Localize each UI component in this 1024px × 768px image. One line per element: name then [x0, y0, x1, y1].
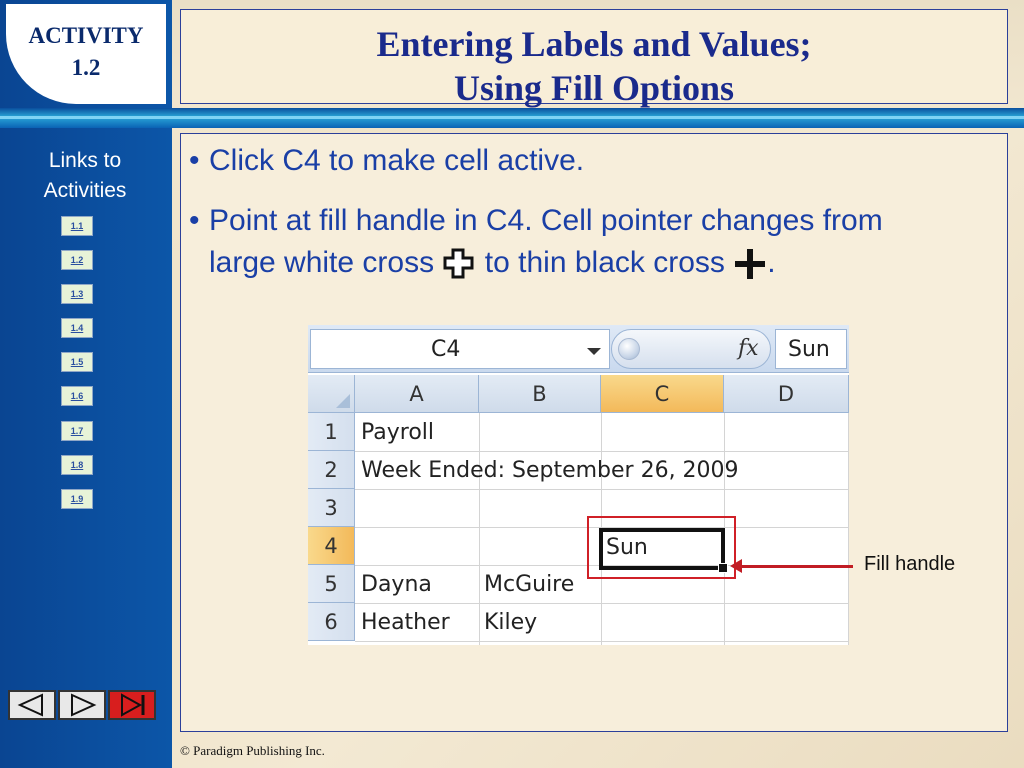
row-header-6[interactable]: 6 [308, 603, 355, 641]
activity-link-1-6[interactable]: 1.6 [61, 386, 93, 406]
activity-link-1-5[interactable]: 1.5 [61, 352, 93, 372]
next-slide-button[interactable] [58, 690, 106, 720]
activity-label: ACTIVITY [28, 23, 144, 48]
activity-link-1-4[interactable]: 1.4 [61, 318, 93, 338]
select-all-corner[interactable] [308, 375, 355, 413]
cell-a1[interactable]: Payroll [361, 414, 434, 452]
bullet-1-text: Click C4 to make cell active. [209, 144, 585, 177]
cell-a6[interactable]: Heather [361, 604, 450, 642]
cell-b5[interactable]: McGuire [484, 566, 574, 604]
last-slide-icon [121, 693, 145, 717]
fill-handle-label: Fill handle [864, 553, 956, 575]
formula-bar: C4 fx Sun [308, 325, 849, 373]
insert-function-button[interactable]: fx [738, 336, 759, 361]
black-cross-icon [735, 249, 766, 280]
slide-title: Entering Labels and Values; Using Fill O… [180, 9, 1008, 108]
title-line-2: Using Fill Options [453, 68, 735, 108]
activity-link-1-3[interactable]: 1.3 [61, 284, 93, 304]
row-header-1[interactable]: 1 [308, 413, 355, 451]
header-band-highlight [0, 116, 1024, 119]
formula-input[interactable]: Sun [775, 329, 847, 369]
prev-slide-icon [17, 693, 43, 717]
bullet-2-text-a: Point at fill handle in C4. Cell pointer… [209, 204, 883, 237]
callout-arrow-line [739, 565, 853, 568]
bullet-2-continued: large white cross to thin black cross . [209, 242, 776, 284]
column-header-d[interactable]: D [724, 375, 849, 413]
bullet-2-text-b: large white cross [209, 246, 435, 279]
column-header-a[interactable]: A [355, 375, 479, 413]
bullet-2-end: . [767, 246, 776, 279]
activity-link-1-8[interactable]: 1.8 [61, 455, 93, 475]
column-header-b[interactable]: B [479, 375, 601, 413]
cell-a2[interactable]: Week Ended: September 26, 2009 [361, 452, 739, 490]
last-slide-button[interactable] [108, 690, 156, 720]
cell-a5[interactable]: Dayna [361, 566, 432, 604]
callout-arrow-icon [730, 559, 742, 573]
name-box[interactable]: C4 [310, 329, 610, 369]
title-line-1: Entering Labels and Values; [376, 24, 812, 64]
prev-slide-button[interactable] [8, 690, 56, 720]
links-heading: Links to Activities [43, 149, 127, 202]
white-cross-icon [443, 248, 474, 279]
copyright-footer: © Paradigm Publishing Inc. [180, 743, 325, 758]
activity-link-1-7[interactable]: 1.7 [61, 421, 93, 441]
row-header-3[interactable]: 3 [308, 489, 355, 527]
bullet-2-text-c: to thin black cross [484, 246, 725, 279]
row-header-4[interactable]: 4 [308, 527, 355, 565]
cell-b6[interactable]: Kiley [484, 604, 537, 642]
bullet-2: • Point at fill handle in C4. Cell pointe… [189, 204, 883, 237]
highlight-box [587, 516, 736, 579]
row-header-5[interactable]: 5 [308, 565, 355, 603]
next-slide-icon [71, 693, 97, 717]
expand-formula-icon[interactable] [618, 338, 640, 360]
name-box-value: C4 [431, 337, 461, 362]
activity-link-1-2[interactable]: 1.2 [61, 250, 93, 270]
bullet-1: • Click C4 to make cell active. [189, 144, 585, 177]
activity-number: 1.2 [71, 55, 101, 80]
chevron-down-icon[interactable] [587, 348, 601, 355]
formula-controls: fx [611, 329, 771, 369]
activity-link-1-1[interactable]: 1.1 [61, 216, 93, 236]
spreadsheet-screenshot: C4 fx Sun A B C D 1 2 3 4 5 6 Payroll We… [308, 325, 849, 645]
row-header-2[interactable]: 2 [308, 451, 355, 489]
column-header-c[interactable]: C [601, 375, 724, 413]
activity-link-1-9[interactable]: 1.9 [61, 489, 93, 509]
